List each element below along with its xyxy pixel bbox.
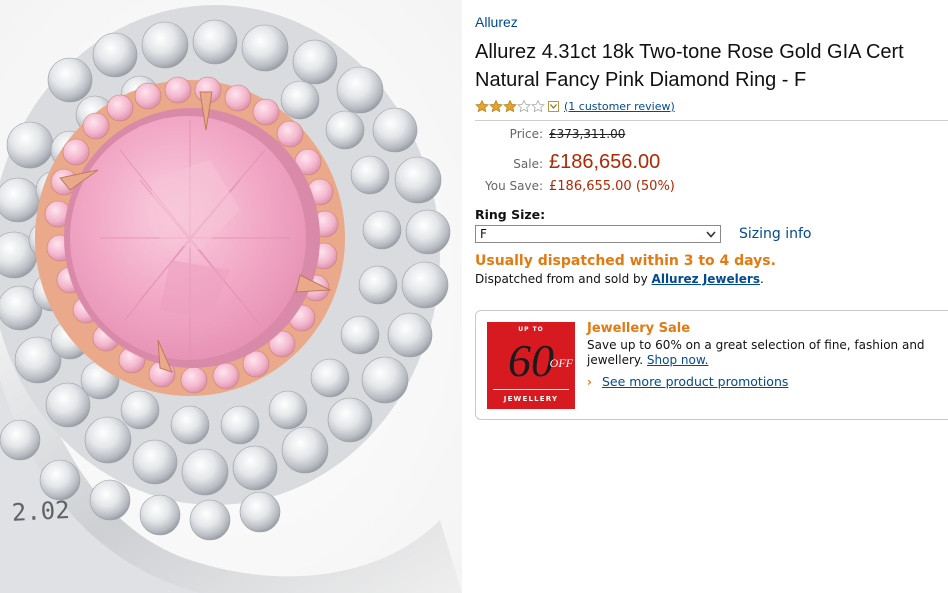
product-image[interactable]: 2.02 <box>0 0 462 593</box>
promotion-text: Jewellery Sale Save up to 60% on a great… <box>587 321 948 389</box>
product-title-line2: Natural Fancy Pink Diamond Ring - F <box>475 69 807 91</box>
badge-off-text: OFF <box>549 356 573 370</box>
star-filled-icon <box>503 100 517 112</box>
ring-size-select[interactable]: F <box>475 225 721 243</box>
sale-price-label: Sale: <box>513 157 543 171</box>
list-price-value: £373,311.00 <box>549 127 626 141</box>
dropdown-arrow-icon <box>706 230 716 238</box>
product-details: Allurez Allurez 4.31ct 18k Two-tone Rose… <box>475 14 948 593</box>
promotion-body-line2: jewellery. Shop now. <box>587 353 948 368</box>
list-price-label: Price: <box>509 127 543 141</box>
ring-size-row: F Sizing info <box>475 225 948 243</box>
ring-illustration: 2.02 <box>0 0 462 593</box>
chevron-down-icon[interactable] <box>548 100 559 112</box>
availability-text: Usually dispatched within 3 to 4 days. <box>475 253 776 269</box>
customer-review-link[interactable]: (1 customer review) <box>564 100 675 113</box>
ring-size-label: Ring Size: <box>475 207 546 222</box>
price-table: Price: £373,311.00 Sale: £186,656.00 You… <box>475 127 948 203</box>
promotion-body-prefix: jewellery. <box>587 353 647 367</box>
more-promotions-link[interactable]: See more product promotions <box>602 374 788 389</box>
sizing-info-link[interactable]: Sizing info <box>739 226 811 242</box>
badge-upto-text: UP TO <box>518 326 544 333</box>
promotion-body-line1: Save up to 60% on a great selection of f… <box>587 338 925 352</box>
sale-price-row: Sale: £186,656.00 <box>475 151 948 179</box>
badge-divider <box>493 389 569 390</box>
promotion-title: Jewellery Sale <box>587 321 691 336</box>
shop-now-link[interactable]: Shop now. <box>647 353 708 367</box>
badge-category-text: JEWELLERY <box>503 395 559 403</box>
sold-by-text: Dispatched from and sold by Allurez Jewe… <box>475 272 948 286</box>
ring-size-value: F <box>480 227 487 241</box>
star-empty-icon <box>517 100 531 112</box>
rating-row: (1 customer review) <box>475 98 948 114</box>
star-empty-icon <box>531 100 545 112</box>
more-promotions-row: › See more product promotions <box>587 374 948 389</box>
star-filled-icon <box>475 100 489 112</box>
savings-row: You Save: £186,655.00 (50%) <box>475 179 948 203</box>
ring-engraving: 2.02 <box>11 496 70 527</box>
list-price-row: Price: £373,311.00 <box>475 127 948 151</box>
sold-by-suffix: . <box>759 272 764 286</box>
jewellery-sale-badge[interactable]: UP TO 60 OFF JEWELLERY <box>487 322 575 409</box>
star-rating[interactable] <box>475 100 545 112</box>
promotion-box: UP TO 60 OFF JEWELLERY Jewellery Sale Sa… <box>475 310 948 420</box>
arrow-right-icon: › <box>587 374 592 389</box>
product-title-line1: Allurez 4.31ct 18k Two-tone Rose Gold GI… <box>475 41 904 63</box>
sold-by-prefix: Dispatched from and sold by <box>475 272 652 286</box>
savings-value: £186,655.00 (50%) <box>549 179 675 194</box>
product-title: Allurez 4.31ct 18k Two-tone Rose Gold GI… <box>475 38 948 94</box>
seller-link[interactable]: Allurez Jewelers <box>652 272 760 286</box>
divider <box>475 120 948 121</box>
star-filled-icon <box>489 100 503 112</box>
savings-label: You Save: <box>485 179 543 193</box>
brand-link[interactable]: Allurez <box>475 14 518 30</box>
sale-price-value: £186,656.00 <box>549 151 661 173</box>
